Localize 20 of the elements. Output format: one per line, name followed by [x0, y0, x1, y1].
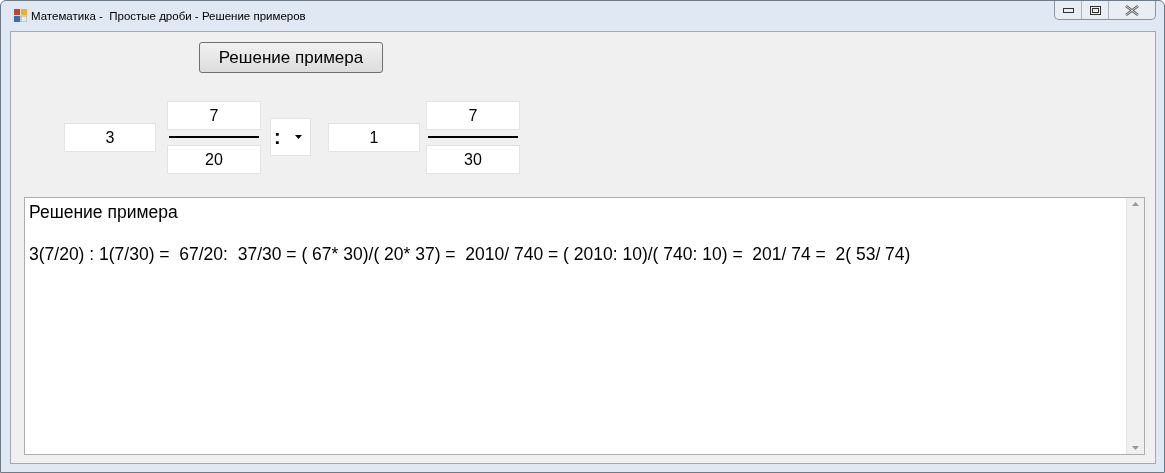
numerator-field[interactable]: 7: [426, 100, 520, 130]
scroll-down-icon: [1132, 446, 1139, 450]
scroll-up-icon: [1132, 202, 1139, 206]
close-icon: [1125, 4, 1139, 16]
window-title: Математика - Простые дроби - Решение примеров: [31, 9, 306, 24]
minimize-icon: [1062, 7, 1074, 13]
denominator-field[interactable]: 20: [167, 144, 261, 174]
numerator-field[interactable]: 7: [167, 100, 261, 130]
solve-button[interactable]: Решение примера: [199, 42, 383, 73]
whole-part-field[interactable]: 3: [64, 122, 156, 152]
solution-line: 3(7/20) : 1(7/30) = 67/20: 37/30 = ( 67* 30)/( 20* 37) = 2010/ 740 = ( 2010: 10)/( 740: 10) = 201/ 74 = 2( 53/ 74): [29, 244, 912, 265]
maximize-icon: [1089, 5, 1101, 15]
app-icon: [14, 9, 27, 22]
operator-dropdown[interactable]: :: [270, 118, 311, 156]
scrollbar[interactable]: [1126, 198, 1144, 454]
denominator-field[interactable]: 30: [426, 144, 520, 174]
whole-part-field[interactable]: 1: [328, 122, 420, 152]
caret-icon: [295, 135, 302, 139]
solution-text-area[interactable]: Решение примера 3(7/20) : 1(7/30) = 67/20: 37/30 = ( 67* 30)/( 20* 37) = 2010/ 740 = ( 2010: 10)/( 740: 10) = 201/ 74 = 2( 53/ 74): [24, 197, 1145, 455]
solution-line: Решение примера: [29, 202, 179, 223]
